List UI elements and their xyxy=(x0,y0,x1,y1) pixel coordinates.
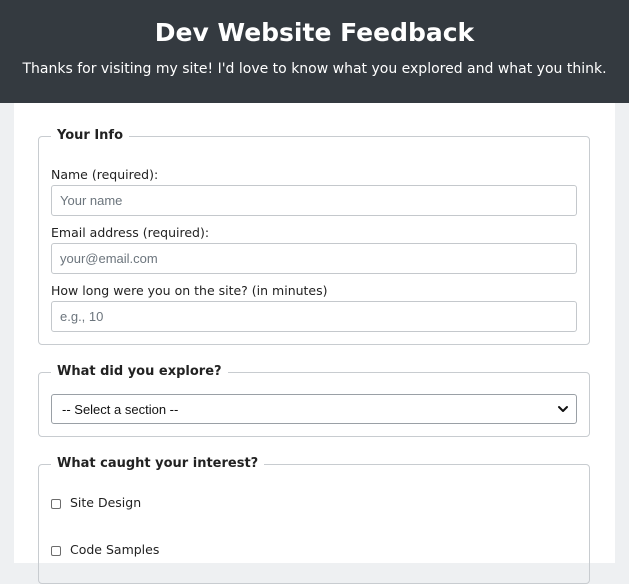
page-subtitle: Thanks for visiting my site! I'd love to… xyxy=(22,61,607,77)
name-label: Name (required): xyxy=(51,167,159,182)
page-title: Dev Website Feedback xyxy=(154,18,475,47)
email-input[interactable] xyxy=(51,243,577,274)
code-samples-label: Code Samples xyxy=(70,542,160,557)
email-label: Email address (required): xyxy=(51,225,210,240)
name-input[interactable] xyxy=(51,185,577,216)
code-samples-checkbox[interactable] xyxy=(51,546,61,556)
your-info-legend: Your Info xyxy=(51,128,130,143)
site-design-label: Site Design xyxy=(70,495,142,510)
feedback-form: Your Info Name (required): Email address… xyxy=(14,103,615,584)
section-select-value: -- Select a section -- xyxy=(62,402,179,417)
time-label: How long were you on the site? (in minut… xyxy=(51,283,328,298)
interest-section: What caught your interest? Site Design C… xyxy=(38,456,590,584)
explore-legend: What did you explore? xyxy=(51,364,228,379)
time-on-site-input[interactable] xyxy=(51,301,577,332)
site-design-checkbox[interactable] xyxy=(51,499,61,509)
page-header: Dev Website Feedback Thanks for visiting… xyxy=(0,0,629,103)
chevron-down-icon xyxy=(558,406,568,412)
explore-section: What did you explore? -- Select a sectio… xyxy=(38,364,590,437)
your-info-section: Your Info Name (required): Email address… xyxy=(38,128,590,345)
interest-legend: What caught your interest? xyxy=(51,456,265,471)
section-select[interactable]: -- Select a section -- xyxy=(51,394,577,424)
